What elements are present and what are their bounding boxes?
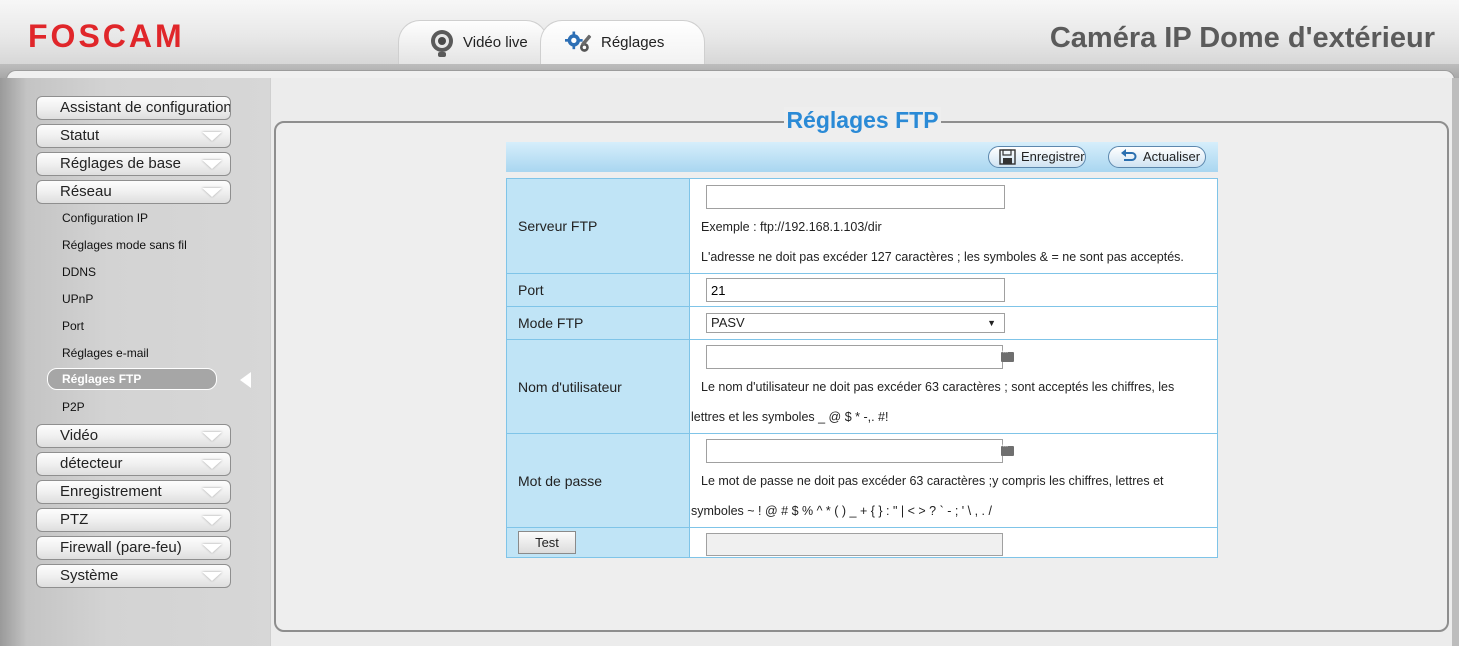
ftp-password-input[interactable] [706,439,1003,463]
form-row-password: Mot de passe Le mot de passe ne doit pas… [506,433,1218,527]
test-button[interactable]: Test [518,531,576,554]
submenu-ftp-active[interactable]: Réglages FTP [47,368,217,390]
server-hint: L'adresse ne doit pas excéder 127 caract… [701,250,1184,264]
menu-label: Vidéo [60,427,99,444]
chevron-down-icon [202,188,222,197]
ftp-mode-select[interactable]: PASV ▼ [706,313,1005,333]
tab-live-label: Vidéo live [463,34,528,51]
page-title: Réglages FTP [0,107,1459,134]
value-cell: Le nom d'utilisateur ne doit pas excéder… [690,340,1217,433]
chevron-down-icon [202,572,222,581]
submenu-email[interactable]: Réglages e-mail [62,346,149,360]
menu-detector[interactable]: détecteur [36,452,231,476]
password-manager-icon [1001,347,1014,362]
chevron-down-icon [202,488,222,497]
menu-recording[interactable]: Enregistrement [36,480,231,504]
server-label: Serveur FTP [518,218,598,234]
page-title-text: Réglages FTP [784,107,941,133]
chevron-down-icon [202,432,222,441]
value-cell: Exemple : ftp://192.168.1.103/dir L'adre… [690,179,1217,273]
value-cell: Le mot de passe ne doit pas excéder 63 c… [690,434,1217,527]
gears-wrench-icon [565,31,592,52]
username-hint-line2: lettres et les symboles _ @ $ * -,. #! [691,410,889,424]
label-cell: Port [507,274,690,306]
value-cell [690,274,1217,306]
form-row-username: Nom d'utilisateur Le nom d'utilisateur n… [506,339,1218,433]
dropdown-arrow-icon: ▼ [987,318,996,328]
label-cell: Mot de passe [507,434,690,527]
menu-firewall[interactable]: Firewall (pare-feu) [36,536,231,560]
submenu-ip-config[interactable]: Configuration IP [62,211,148,225]
mode-label: Mode FTP [518,315,584,331]
ftp-port-input[interactable] [706,278,1005,302]
password-hint-line2: symboles ~ ! @ # $ % ^ * ( ) _ + { } : "… [691,504,992,518]
label-cell: Mode FTP [507,307,690,339]
password-hint-line1: Le mot de passe ne doit pas excéder 63 c… [701,474,1164,488]
password-label: Mot de passe [518,472,603,489]
port-label: Port [518,282,544,298]
value-cell [690,528,1217,557]
test-result-field [706,533,1003,556]
submenu-upnp[interactable]: UPnP [62,292,93,306]
form-row-server: Serveur FTP Exemple : ftp://192.168.1.10… [506,178,1218,273]
app-header: FOSCAM Vidéo live Réglages Caméra IP Dom… [0,0,1459,66]
toolbar: Enregistrer Actualiser [506,142,1218,172]
menu-label: Réglages de base [60,155,181,172]
form-row-mode: Mode FTP PASV ▼ [506,306,1218,339]
chevron-down-icon [202,460,222,469]
chevron-down-icon [202,544,222,553]
menu-label: Système [60,567,119,584]
ftp-mode-value: PASV [711,315,745,330]
webcam-icon [431,29,453,57]
menu-label: Réseau [60,183,112,200]
menu-label: Firewall (pare-feu) [60,539,182,556]
label-cell: Nom d'utilisateur [507,340,690,433]
form-row-test: Test [506,527,1218,558]
tab-live-video[interactable]: Vidéo live [398,20,548,64]
ftp-server-input[interactable] [706,185,1005,209]
tab-settings[interactable]: Réglages [540,20,705,64]
submenu-p2p[interactable]: P2P [62,400,85,414]
refresh-button[interactable]: Actualiser [1108,146,1206,168]
server-example: Exemple : ftp://192.168.1.103/dir [701,220,882,234]
menu-label: détecteur [60,455,123,472]
label-cell: Serveur FTP [507,179,690,273]
floppy-disk-icon [999,149,1016,165]
form-row-port: Port [506,273,1218,306]
submenu-wireless[interactable]: Réglages mode sans fil [62,238,187,252]
active-pointer-icon [240,372,251,388]
submenu-ddns[interactable]: DDNS [62,265,96,279]
menu-label: PTZ [60,511,89,528]
frame-right-edge [1452,78,1459,646]
username-hint-line1: Le nom d'utilisateur ne doit pas excéder… [701,380,1175,394]
value-cell: PASV ▼ [690,307,1217,339]
tab-settings-label: Réglages [601,34,665,51]
foscam-logo: FOSCAM [28,18,185,54]
username-label: Nom d'utilisateur [518,378,622,395]
password-manager-icon [1001,441,1014,456]
refresh-label: Actualiser [1143,149,1201,164]
chevron-down-icon [202,516,222,525]
menu-system[interactable]: Système [36,564,231,588]
ftp-username-input[interactable] [706,345,1003,369]
chevron-down-icon [202,160,222,169]
menu-video[interactable]: Vidéo [36,424,231,448]
undo-arrow-icon [1121,149,1137,161]
menu-network[interactable]: Réseau [36,180,231,204]
submenu-port[interactable]: Port [62,319,84,333]
label-cell: Test [507,528,690,557]
menu-basic-settings[interactable]: Réglages de base [36,152,231,176]
product-title: Caméra IP Dome d'extérieur [1049,22,1435,54]
save-label: Enregistrer [1021,149,1085,164]
menu-ptz[interactable]: PTZ [36,508,231,532]
save-button[interactable]: Enregistrer [988,146,1086,168]
menu-label: Enregistrement [60,483,162,500]
